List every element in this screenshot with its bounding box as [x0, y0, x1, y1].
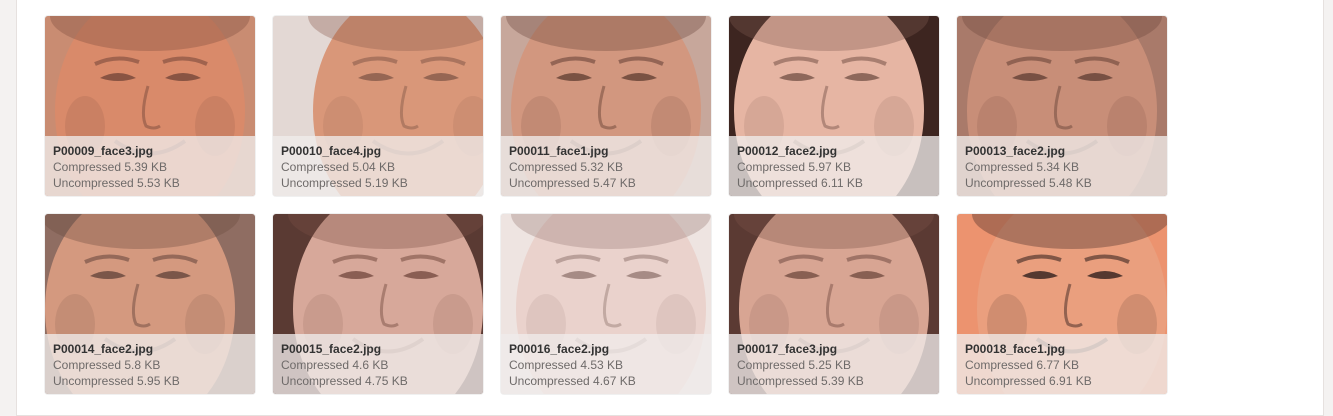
image-tile[interactable]: P00017_face3.jpg Compressed 5.25 KB Unco…	[729, 214, 939, 394]
image-caption: P00018_face1.jpg Compressed 6.77 KB Unco…	[957, 334, 1167, 394]
image-tile[interactable]: P00014_face2.jpg Compressed 5.8 KB Uncom…	[45, 214, 255, 394]
uncompressed-size: Uncompressed 5.19 KB	[281, 176, 408, 190]
compressed-size: Compressed 5.25 KB	[737, 358, 852, 372]
uncompressed-size: Uncompressed 5.47 KB	[509, 176, 636, 190]
image-caption: P00014_face2.jpg Compressed 5.8 KB Uncom…	[45, 334, 255, 394]
image-tile[interactable]: P00012_face2.jpg Compressed 5.97 KB Unco…	[729, 16, 939, 196]
image-filename: P00012_face2.jpg	[737, 144, 838, 158]
compressed-size: Compressed 5.97 KB	[737, 160, 852, 174]
compressed-size: Compressed 6.77 KB	[965, 358, 1080, 372]
uncompressed-size: Uncompressed 6.11 KB	[737, 176, 863, 190]
image-filename: P00011_face1.jpg	[509, 144, 609, 158]
image-filename: P00018_face1.jpg	[965, 342, 1066, 356]
image-tile[interactable]: P00009_face3.jpg Compressed 5.39 KB Unco…	[45, 16, 255, 196]
image-tile[interactable]: P00015_face2.jpg Compressed 4.6 KB Uncom…	[273, 214, 483, 394]
image-caption: P00013_face2.jpg Compressed 5.34 KB Unco…	[957, 136, 1167, 196]
image-caption: P00017_face3.jpg Compressed 5.25 KB Unco…	[729, 334, 939, 394]
image-grid: P00009_face3.jpg Compressed 5.39 KB Unco…	[45, 16, 1167, 394]
image-filename: P00010_face4.jpg	[281, 144, 382, 158]
image-tile[interactable]: P00011_face1.jpg Compressed 5.32 KB Unco…	[501, 16, 711, 196]
image-filename: P00014_face2.jpg	[53, 342, 154, 356]
uncompressed-size: Uncompressed 4.75 KB	[281, 374, 408, 388]
image-caption: P00012_face2.jpg Compressed 5.97 KB Unco…	[729, 136, 939, 196]
uncompressed-size: Uncompressed 5.48 KB	[965, 176, 1092, 190]
uncompressed-size: Uncompressed 5.95 KB	[53, 374, 180, 388]
compressed-size: Compressed 5.34 KB	[965, 160, 1080, 174]
image-filename: P00009_face3.jpg	[53, 144, 154, 158]
image-tile[interactable]: P00016_face2.jpg Compressed 4.53 KB Unco…	[501, 214, 711, 394]
image-caption: P00016_face2.jpg Compressed 4.53 KB Unco…	[501, 334, 711, 394]
uncompressed-size: Uncompressed 6.91 KB	[965, 374, 1092, 388]
image-filename: P00013_face2.jpg	[965, 144, 1066, 158]
compressed-size: Compressed 5.32 KB	[509, 160, 624, 174]
compressed-size: Compressed 5.04 KB	[281, 160, 396, 174]
image-filename: P00015_face2.jpg	[281, 342, 382, 356]
image-tile[interactable]: P00013_face2.jpg Compressed 5.34 KB Unco…	[957, 16, 1167, 196]
image-caption: P00009_face3.jpg Compressed 5.39 KB Unco…	[45, 136, 255, 196]
image-tile[interactable]: P00010_face4.jpg Compressed 5.04 KB Unco…	[273, 16, 483, 196]
image-caption: P00010_face4.jpg Compressed 5.04 KB Unco…	[273, 136, 483, 196]
compressed-size: Compressed 4.53 KB	[509, 358, 624, 372]
image-caption: P00015_face2.jpg Compressed 4.6 KB Uncom…	[273, 334, 483, 394]
compressed-size: Compressed 4.6 KB	[281, 358, 389, 372]
uncompressed-size: Uncompressed 4.67 KB	[509, 374, 636, 388]
image-tile[interactable]: P00018_face1.jpg Compressed 6.77 KB Unco…	[957, 214, 1167, 394]
uncompressed-size: Uncompressed 5.39 KB	[737, 374, 864, 388]
image-filename: P00017_face3.jpg	[737, 342, 838, 356]
compressed-size: Compressed 5.39 KB	[53, 160, 168, 174]
image-filename: P00016_face2.jpg	[509, 342, 610, 356]
image-caption: P00011_face1.jpg Compressed 5.32 KB Unco…	[501, 136, 711, 196]
compressed-size: Compressed 5.8 KB	[53, 358, 161, 372]
uncompressed-size: Uncompressed 5.53 KB	[53, 176, 180, 190]
